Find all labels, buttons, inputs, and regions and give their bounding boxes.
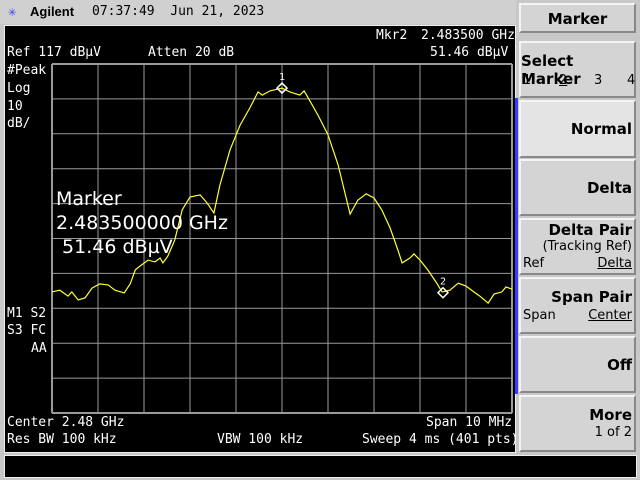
normal-softkey[interactable]: Normal bbox=[519, 100, 636, 158]
menu-title-text: Marker bbox=[547, 10, 608, 28]
option-center: Center bbox=[588, 308, 632, 323]
marker-2-diamond bbox=[436, 286, 450, 299]
more-softkey[interactable]: More 1 of 2 bbox=[519, 395, 636, 452]
option-ref: Ref bbox=[523, 256, 545, 271]
option-span: Span bbox=[523, 308, 556, 323]
option-delta: Delta bbox=[597, 256, 632, 271]
softkey-sublabel: (Tracking Ref) bbox=[542, 239, 632, 254]
marker-option-2: 2 bbox=[559, 73, 568, 88]
select-marker-softkey[interactable]: Select Marker 1 2 3 4 bbox=[519, 41, 636, 98]
softkey-label: Off bbox=[607, 356, 632, 374]
softkey-label: Delta Pair bbox=[548, 221, 632, 239]
softkey-label: Select Marker bbox=[521, 52, 581, 88]
softkey-label: Span Pair bbox=[551, 288, 632, 306]
marker-option-4: 4 bbox=[627, 73, 636, 88]
softkey-sublabel: 1 of 2 bbox=[594, 425, 632, 440]
marker-option-3: 3 bbox=[594, 73, 603, 88]
radio-group-bracket bbox=[515, 98, 518, 394]
delta-pair-softkey[interactable]: Delta Pair (Tracking Ref) Ref Delta bbox=[519, 218, 636, 275]
softkey-label: More bbox=[589, 406, 632, 424]
marker-box-level: 51.46 dBµV bbox=[56, 236, 173, 258]
command-line bbox=[4, 455, 637, 478]
marker-box-title: Marker bbox=[56, 188, 122, 210]
off-softkey[interactable]: Off bbox=[519, 336, 636, 393]
marker-1-label: 1 bbox=[279, 72, 285, 83]
softkey-label: Delta bbox=[586, 179, 632, 197]
delta-softkey[interactable]: Delta bbox=[519, 159, 636, 216]
marker-option-1: 1 bbox=[523, 73, 532, 88]
marker-box-freq: 2.483500000 GHz bbox=[56, 212, 228, 234]
span-pair-softkey[interactable]: Span Pair Span Center bbox=[519, 277, 636, 334]
softkey-menu-title: Marker bbox=[519, 3, 636, 33]
marker-2-label: 2 bbox=[440, 277, 446, 288]
softkey-label: Normal bbox=[570, 120, 632, 138]
